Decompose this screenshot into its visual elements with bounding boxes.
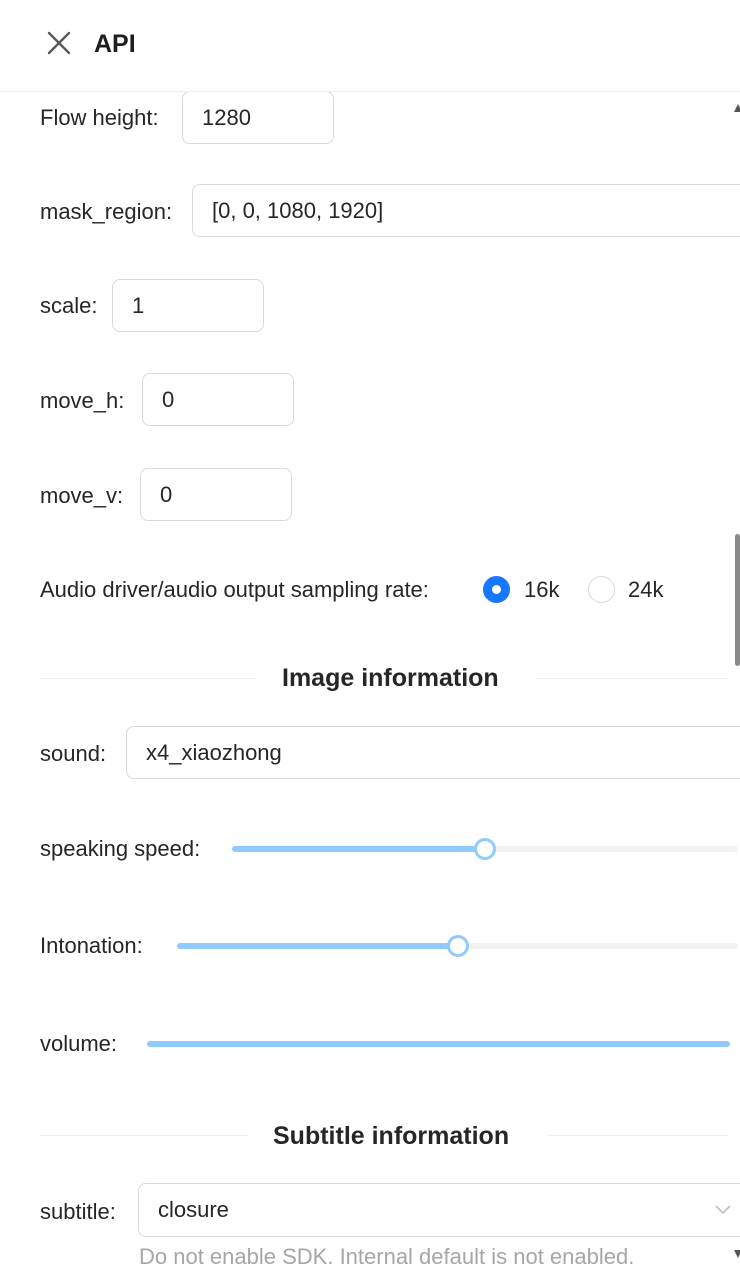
mask-region-label: mask_region: <box>40 199 173 224</box>
move-v-input[interactable]: 0 <box>140 468 292 521</box>
close-icon <box>47 31 71 55</box>
scroll-down-icon[interactable] <box>734 1250 740 1258</box>
image-info-heading: Image information <box>282 664 499 692</box>
volume-slider[interactable] <box>147 1032 730 1056</box>
scroll-thumb[interactable] <box>735 534 740 666</box>
slider-handle[interactable] <box>446 935 469 957</box>
close-button[interactable] <box>44 28 74 58</box>
divider-line-right <box>537 678 729 679</box>
sound-label: sound: <box>40 741 107 766</box>
move-h-label: move_h: <box>40 388 125 413</box>
slider-handle[interactable] <box>474 838 496 860</box>
intonation-slider[interactable] <box>177 934 738 958</box>
subtitle-info-heading: Subtitle information <box>273 1122 510 1150</box>
slider-track <box>147 1041 730 1047</box>
scale-input[interactable]: 1 <box>112 279 264 332</box>
move-h-input[interactable]: 0 <box>142 373 294 426</box>
page-title: API <box>94 30 136 58</box>
drawer-body: Flow height: 1280 mask_region: [0, 0, 10… <box>0 92 740 1269</box>
sound-input[interactable]: x4_xiaozhong <box>126 726 740 779</box>
sampling-rate-label: Audio driver/audio output sampling rate: <box>40 577 429 602</box>
scrollbar[interactable] <box>732 92 740 1269</box>
slider-track <box>232 846 485 852</box>
volume-label: volume: <box>40 1031 118 1056</box>
radio-16k[interactable] <box>483 576 510 603</box>
speaking-speed-slider[interactable] <box>232 837 738 861</box>
move-v-label: move_v: <box>40 483 124 508</box>
divider-line-left <box>40 678 256 679</box>
scroll-up-icon[interactable] <box>734 104 740 112</box>
chevron-down-icon <box>715 1205 731 1215</box>
speaking-speed-label: speaking speed: <box>40 836 201 861</box>
divider-line-right <box>547 1135 729 1136</box>
divider-line-left <box>40 1135 248 1136</box>
subtitle-label: subtitle: <box>40 1199 116 1224</box>
flow-height-label: Flow height: <box>40 105 159 130</box>
radio-24k-label[interactable]: 24k <box>628 575 663 605</box>
radio-16k-label[interactable]: 16k <box>524 575 559 605</box>
intonation-label: Intonation: <box>40 933 143 958</box>
flow-height-input[interactable]: 1280 <box>182 92 334 144</box>
radio-24k[interactable] <box>588 576 615 603</box>
slider-track <box>177 943 458 949</box>
subtitle-select[interactable]: closure <box>138 1183 740 1237</box>
drawer-header: API <box>0 0 740 92</box>
subtitle-select-value: closure <box>158 1197 229 1222</box>
subtitle-help-text: Do not enable SDK. Internal default is n… <box>139 1244 635 1269</box>
mask-region-input[interactable]: [0, 0, 1080, 1920] <box>192 184 740 237</box>
scale-label: scale: <box>40 293 98 318</box>
